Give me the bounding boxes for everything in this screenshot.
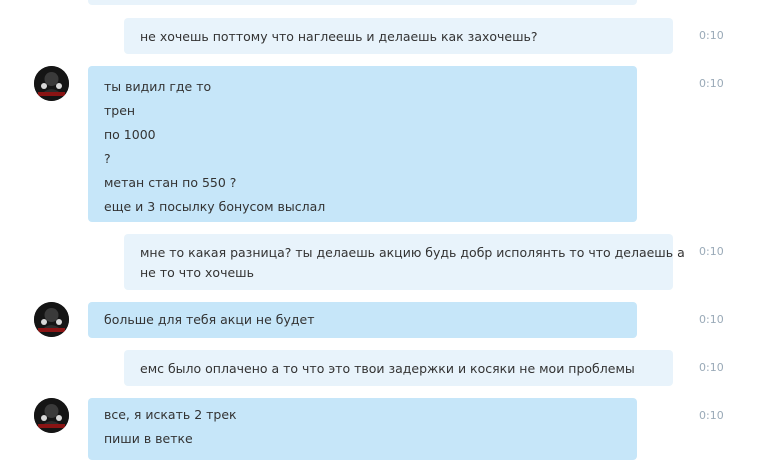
message-text: метан стан по 550 ? [104, 175, 237, 190]
outgoing-message-bubble[interactable]: емс было оплачено а то что это твои заде… [124, 350, 673, 386]
message-timestamp: 0:10 [699, 245, 724, 258]
outgoing-message-bubble[interactable]: не хочешь поттому что наглеешь и делаешь… [124, 18, 673, 54]
outgoing-message-bubble[interactable]: мне то какая разница? ты делаешь акцию б… [124, 234, 685, 290]
avatar-image [34, 398, 69, 433]
incoming-message-bubble[interactable]: больше для тебя акци не будет [88, 302, 637, 338]
message-text: трен [104, 103, 136, 118]
message-timestamp: 0:10 [699, 361, 724, 374]
message-text: не то что хочешь [140, 265, 254, 280]
message-text: еще и 3 посылку бонусом выслал [104, 199, 326, 214]
message-text: ты видил где то [104, 79, 212, 94]
message-timestamp: 0:10 [699, 29, 724, 42]
chat-history: не хочешь поттому что наглеешь и делаешь… [0, 0, 757, 460]
contact-avatar[interactable] [34, 66, 69, 101]
message-text: ? [104, 151, 111, 166]
contact-avatar[interactable] [34, 398, 69, 433]
incoming-message-bubble[interactable]: ты видил где то трен по 1000 ? метан ста… [88, 66, 637, 222]
message-timestamp: 0:10 [699, 409, 724, 422]
contact-avatar[interactable] [34, 302, 69, 337]
message-text: пиши в ветке [104, 431, 193, 446]
message-timestamp: 0:10 [699, 313, 724, 326]
message-text: все, я искать 2 трек [104, 407, 237, 422]
avatar-image [34, 66, 69, 101]
incoming-message-bubble[interactable]: все, я искать 2 трек пиши в ветке [88, 398, 637, 460]
message-timestamp: 0:10 [699, 77, 724, 90]
previous-message-bubble-edge [88, 0, 637, 5]
avatar-image [34, 302, 69, 337]
message-text: емс было оплачено а то что это твои заде… [140, 361, 635, 376]
message-text: не хочешь поттому что наглеешь и делаешь… [140, 29, 538, 44]
message-text: мне то какая разница? ты делаешь акцию б… [140, 245, 685, 260]
message-text: больше для тебя акци не будет [104, 312, 315, 327]
message-text: по 1000 [104, 127, 156, 142]
